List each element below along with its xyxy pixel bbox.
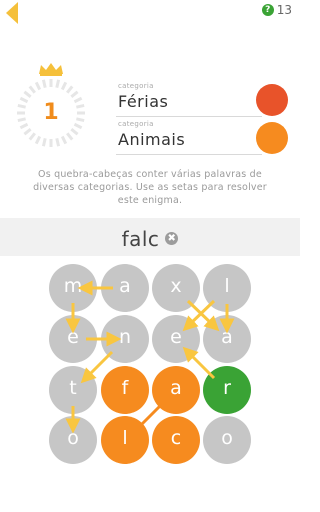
letter-tile-e[interactable]: e [49,315,97,363]
level-badge: 1 [14,62,88,150]
top-bar: ? 13 [0,0,300,26]
category-label: categoria [118,82,154,90]
ring-tick [28,132,36,141]
ring-tick [60,81,68,91]
category-animals: categoria Animais [116,120,288,156]
ring-tick [23,128,32,136]
category-underline [116,154,262,155]
hint-counter[interactable]: ? 13 [261,3,292,17]
ring-tick [34,81,42,91]
category-name: Animais [118,130,186,149]
current-word-bar: falc ✖ [0,218,300,256]
category-color-dot [256,122,288,154]
letter-tile-l[interactable]: l [101,416,149,464]
letter-tile-n[interactable]: n [101,315,149,363]
letter-tile-c[interactable]: c [152,416,200,464]
letter-tile-a[interactable]: a [152,366,200,414]
letter-grid: maxleneatfarolco [0,256,300,476]
hint-count: 13 [276,3,292,17]
ring-tick [23,90,32,98]
letter-tile-o[interactable]: o [203,416,251,464]
category-name: Férias [118,92,169,111]
hint-icon: ? [261,4,274,16]
ring-tick [66,85,74,94]
ring-tick [55,138,61,147]
category-label: categoria [118,120,154,128]
ring-tick [41,138,47,147]
letter-tile-a[interactable]: a [101,264,149,312]
ring-tick [41,79,47,88]
crown-icon [39,63,63,76]
ring-tick [66,132,74,141]
letter-tile-l[interactable]: l [203,264,251,312]
category-vacation: categoria Férias [116,82,288,118]
ring-tick [60,135,68,145]
letter-tile-f[interactable]: f [101,366,149,414]
ring-tick [28,85,36,94]
clear-word-icon[interactable]: ✖ [165,232,179,245]
instructions-text: Os quebra-cabeças conter várias palavras… [33,169,267,206]
current-word: falc [121,226,160,251]
category-underline [116,116,262,117]
letter-tile-o[interactable]: o [49,416,97,464]
ring-tick [70,90,79,98]
arrow-hints [65,280,235,434]
letter-tile-t[interactable]: t [49,366,97,414]
ring-tick [55,79,61,88]
level-number: 1 [43,100,59,125]
back-arrow-icon[interactable] [0,0,20,26]
ring-tick [70,128,79,136]
letter-tile-e[interactable]: e [152,315,200,363]
category-color-dot [256,84,288,116]
ring-tick [34,135,42,145]
letter-tile-x[interactable]: x [152,264,200,312]
letter-tile-m[interactable]: m [49,264,97,312]
letter-tile-r[interactable]: r [203,366,251,414]
letter-tile-a[interactable]: a [203,315,251,363]
